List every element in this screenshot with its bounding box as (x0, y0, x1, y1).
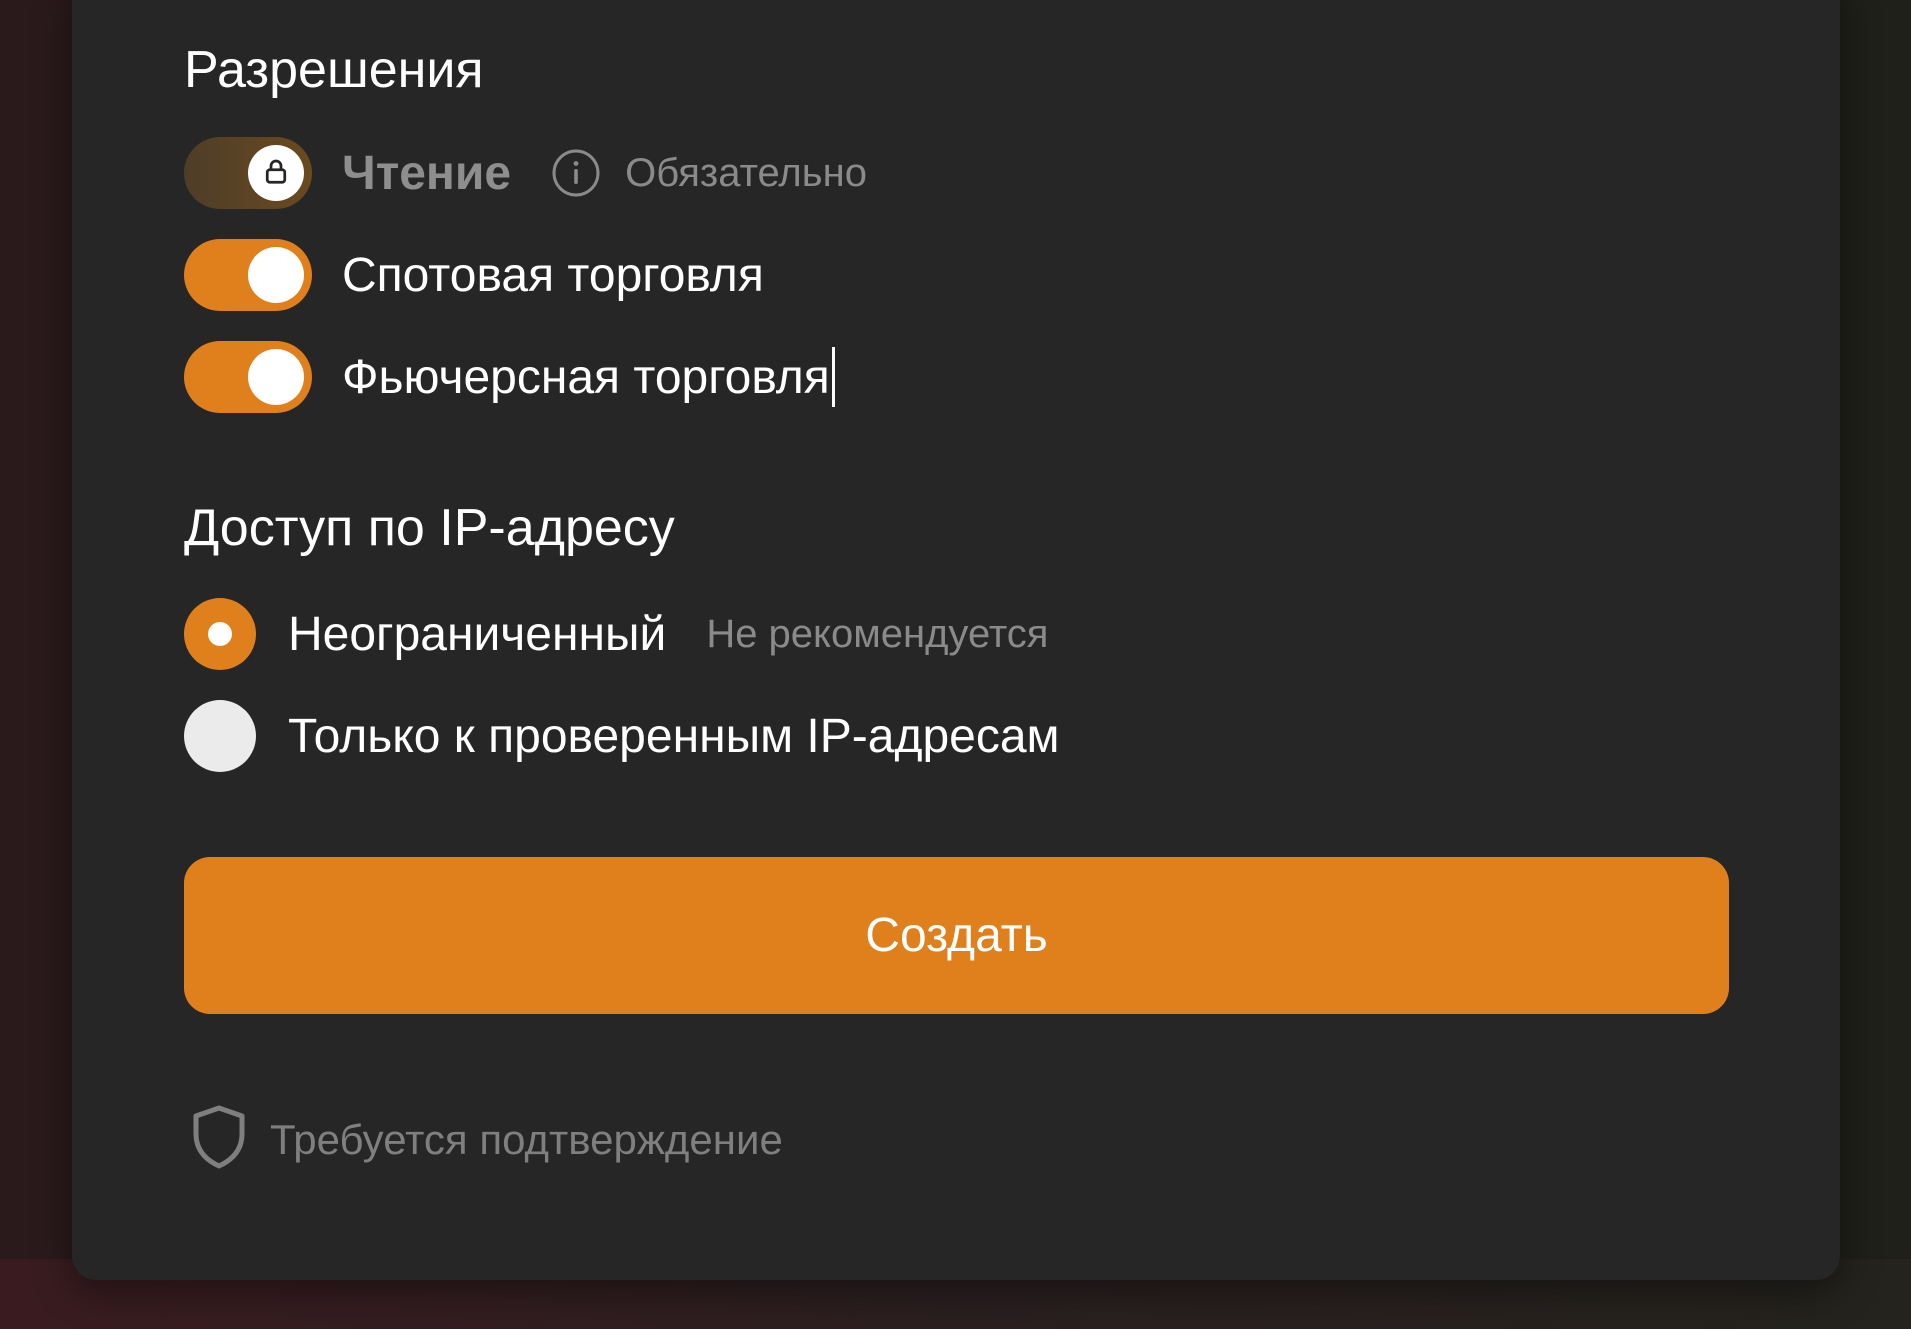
read-label: Чтение (342, 146, 512, 200)
create-button[interactable]: Создать (184, 857, 1729, 1014)
permission-row-spot: Спотовая торговля (184, 239, 764, 311)
read-toggle[interactable] (184, 137, 312, 209)
toggle-knob (248, 145, 304, 201)
trusted-ips-label: Только к проверенным IP-адресам (288, 709, 1060, 763)
confirmation-text: Требуется подтверждение (270, 1115, 783, 1163)
spot-trading-label: Спотовая торговля (342, 248, 764, 302)
trusted-ips-radio[interactable] (184, 700, 256, 772)
futures-trading-label: Фьючерсная торговля (342, 350, 830, 404)
ip-option-trusted[interactable]: Только к проверенным IP-адресам (184, 700, 1060, 772)
shield-icon (190, 1104, 248, 1175)
info-icon[interactable] (551, 148, 601, 198)
futures-trading-toggle[interactable] (184, 341, 312, 413)
text-cursor (831, 347, 835, 407)
permission-row-read: Чтение Обязательно (184, 137, 867, 209)
confirmation-notice: Требуется подтверждение (190, 1104, 783, 1175)
permissions-title: Разрешения (184, 41, 484, 99)
read-required-hint: Обязательно (625, 150, 867, 195)
toggle-knob (248, 349, 304, 405)
ip-access-title: Доступ по IP-адресу (184, 499, 675, 557)
lock-icon (261, 156, 291, 191)
unrestricted-radio[interactable] (184, 598, 256, 670)
unrestricted-label: Неограниченный (288, 607, 667, 661)
ip-option-unrestricted[interactable]: Неограниченный Не рекомендуется (184, 598, 1048, 670)
permission-row-futures: Фьючерсная торговля (184, 341, 835, 413)
not-recommended-hint: Не рекомендуется (706, 611, 1049, 656)
toggle-knob (248, 247, 304, 303)
spot-trading-toggle[interactable] (184, 239, 312, 311)
